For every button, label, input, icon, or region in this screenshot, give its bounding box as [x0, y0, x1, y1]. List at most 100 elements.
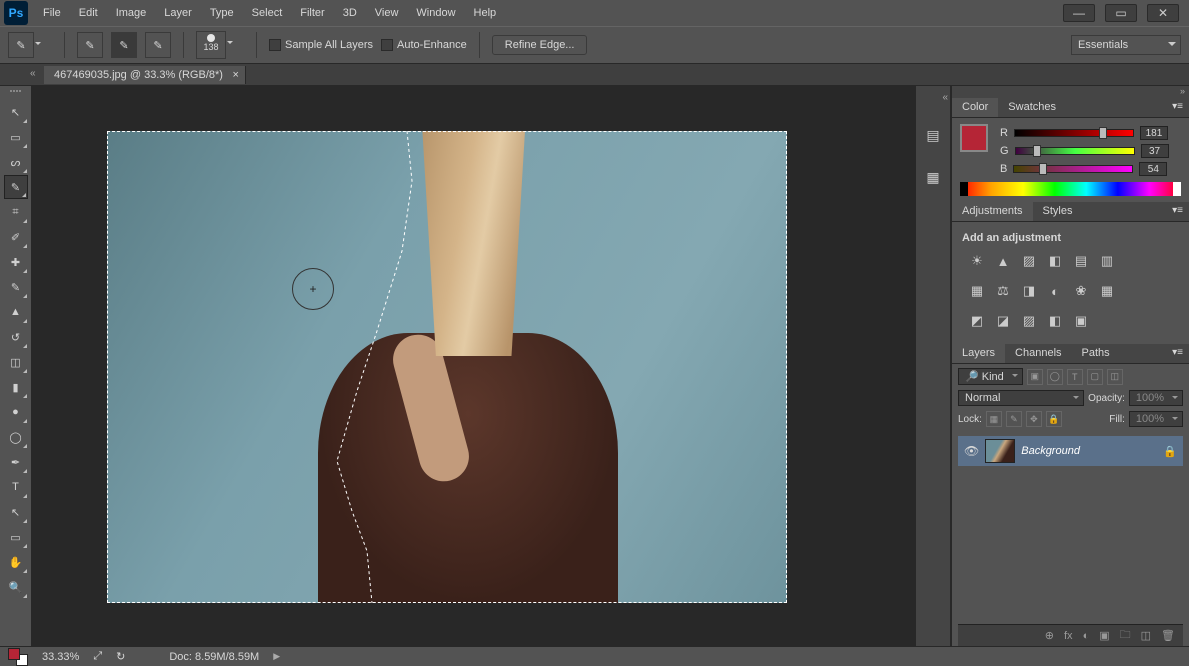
visibility-toggle-icon[interactable]: 👁 [964, 444, 979, 458]
tab-channels[interactable]: Channels [1005, 344, 1071, 363]
layer-filter-icon[interactable]: ◫ [1107, 369, 1123, 385]
path-selection-tool[interactable]: ↖ [4, 500, 28, 524]
menu-select[interactable]: Select [243, 2, 292, 24]
adjustment-icon[interactable]: ▥ [1098, 252, 1116, 270]
adjustment-icon[interactable]: ▨ [1020, 252, 1038, 270]
menu-type[interactable]: Type [201, 2, 243, 24]
type-tool[interactable]: T [4, 475, 28, 499]
layers-footer-button[interactable]: ◫ [1141, 629, 1151, 642]
move-tool[interactable]: ↖ [4, 100, 28, 124]
shape-tool[interactable]: ▭ [4, 525, 28, 549]
g-value[interactable]: 37 [1141, 144, 1169, 158]
adjustment-icon[interactable]: ◐ [1046, 282, 1064, 300]
blur-tool[interactable]: ● [4, 400, 28, 424]
panel-menu-button[interactable]: ▾≡ [1166, 98, 1189, 117]
menu-layer[interactable]: Layer [155, 2, 201, 24]
fill-value[interactable]: 100% [1129, 411, 1183, 427]
layers-footer-button[interactable]: ◐ [1083, 630, 1090, 642]
layer-name[interactable]: Background [1021, 445, 1157, 457]
history-brush-tool[interactable]: ↺ [4, 325, 28, 349]
r-slider[interactable] [1014, 129, 1134, 137]
hand-tool[interactable]: ✋ [4, 550, 28, 574]
b-slider[interactable] [1013, 165, 1133, 173]
properties-panel-icon[interactable]: ▦ [921, 165, 945, 189]
g-slider[interactable] [1015, 147, 1135, 155]
layers-footer-button[interactable]: ⊕ [1045, 629, 1054, 642]
adjustment-icon[interactable]: ⚖ [994, 282, 1012, 300]
close-tab-button[interactable]: × [233, 69, 239, 81]
foreground-color-swatch[interactable] [960, 124, 988, 152]
blend-mode-select[interactable]: Normal [958, 390, 1084, 406]
layer-filter-icon[interactable]: T [1067, 369, 1083, 385]
quick-selection-tool[interactable]: ✎ [4, 175, 28, 199]
r-value[interactable]: 181 [1140, 126, 1168, 140]
foreground-swatch[interactable] [8, 648, 20, 660]
workspace-selector[interactable]: Essentials [1071, 35, 1181, 55]
menu-view[interactable]: View [366, 2, 408, 24]
layer-filter-icon[interactable]: ◯ [1047, 369, 1063, 385]
marquee-tool[interactable]: ▭ [4, 125, 28, 149]
layer-row[interactable]: 👁 Background 🔒 [958, 436, 1183, 466]
zoom-tool[interactable]: 🔍 [4, 575, 28, 599]
tab-adjustments[interactable]: Adjustments [952, 202, 1033, 221]
zoom-level[interactable]: 33.33% [42, 651, 79, 663]
b-value[interactable]: 54 [1139, 162, 1167, 176]
status-icon[interactable]: ⤢ [93, 650, 102, 663]
tab-styles[interactable]: Styles [1033, 202, 1083, 221]
adjustment-icon[interactable]: ▨ [1020, 312, 1038, 330]
tab-layers[interactable]: Layers [952, 344, 1005, 363]
layer-filter-type[interactable]: 🔎 Kind [958, 368, 1023, 385]
status-menu-button[interactable]: ▶ [273, 651, 280, 662]
adjustment-icon[interactable]: ◨ [1020, 282, 1038, 300]
adjustment-icon[interactable]: ◪ [994, 312, 1012, 330]
color-ramp[interactable] [960, 182, 1181, 196]
tool-preset-picker[interactable] [8, 32, 34, 58]
gradient-tool[interactable]: ▮ [4, 375, 28, 399]
close-button[interactable]: ✕ [1147, 4, 1179, 22]
canvas-area[interactable]: + [32, 86, 915, 646]
opacity-value[interactable]: 100% [1129, 390, 1183, 406]
sample-all-layers-option[interactable]: Sample All Layers [269, 39, 373, 51]
adjustment-icon[interactable]: ◧ [1046, 252, 1064, 270]
menu-window[interactable]: Window [407, 2, 464, 24]
dodge-tool[interactable]: ◯ [4, 425, 28, 449]
brush-size-picker[interactable]: 138 [196, 31, 226, 59]
adjustment-icon[interactable]: ☀ [968, 252, 986, 270]
tab-swatches[interactable]: Swatches [998, 98, 1066, 117]
subtract-selection-button[interactable] [145, 32, 171, 58]
layer-lock-icon[interactable]: 🔒 [1046, 411, 1062, 427]
tab-paths[interactable]: Paths [1072, 344, 1120, 363]
lasso-tool[interactable]: ᔕ [4, 150, 28, 174]
brush-tool[interactable]: ✎ [4, 275, 28, 299]
menu-file[interactable]: File [34, 2, 70, 24]
toolbox-collapse-icon[interactable]: « [30, 68, 36, 79]
layers-footer-button[interactable]: 🗀 [1120, 626, 1131, 645]
menu-edit[interactable]: Edit [70, 2, 107, 24]
color-swatch-pair[interactable] [8, 648, 28, 666]
panel-menu-button[interactable]: ▾≡ [1166, 202, 1189, 221]
layer-filter-icon[interactable]: ▣ [1027, 369, 1043, 385]
adjustment-icon[interactable]: ▤ [1072, 252, 1090, 270]
layer-thumbnail[interactable] [985, 439, 1015, 463]
crop-tool[interactable]: ⌗ [4, 200, 28, 224]
pen-tool[interactable]: ✒ [4, 450, 28, 474]
healing-tool[interactable]: ✚ [4, 250, 28, 274]
status-icon[interactable]: ↻ [116, 650, 125, 663]
eyedropper-tool[interactable]: ✐ [4, 225, 28, 249]
new-selection-button[interactable] [77, 32, 103, 58]
adjustment-icon[interactable]: ◩ [968, 312, 986, 330]
layer-filter-icon[interactable]: ▢ [1087, 369, 1103, 385]
menu-filter[interactable]: Filter [291, 2, 333, 24]
toolbox-grip[interactable] [2, 90, 30, 98]
menu-image[interactable]: Image [107, 2, 156, 24]
menu-3d[interactable]: 3D [334, 2, 366, 24]
panels-collapse-button[interactable]: » [952, 86, 1189, 98]
auto-enhance-option[interactable]: Auto-Enhance [381, 39, 467, 51]
menu-help[interactable]: Help [465, 2, 506, 24]
adjustment-icon[interactable]: ❀ [1072, 282, 1090, 300]
add-selection-button[interactable] [111, 32, 137, 58]
layers-footer-button[interactable]: ▣ [1099, 629, 1109, 642]
adjustment-icon[interactable]: ▣ [1072, 312, 1090, 330]
document-canvas[interactable]: + [107, 131, 787, 603]
panel-menu-button[interactable]: ▾≡ [1166, 344, 1189, 363]
